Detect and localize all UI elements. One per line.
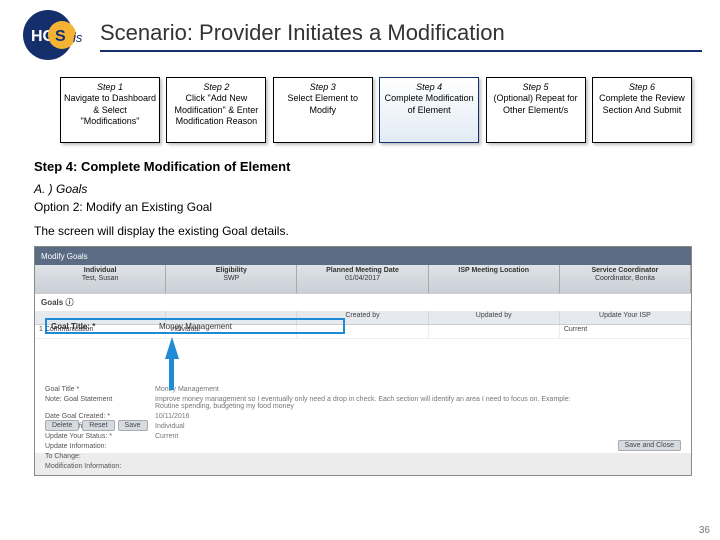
goal-title-value: Money Management bbox=[155, 322, 232, 331]
step-head: Step 1 bbox=[63, 82, 157, 93]
screenshot-info-tabs: IndividualTest, Susan EligibilitySWP Pla… bbox=[35, 265, 691, 293]
info-tab: Service CoordinatorCoordinator, Bonita bbox=[560, 265, 691, 293]
goal-title-label: Goal Title: * bbox=[47, 322, 155, 331]
svg-text:S: S bbox=[55, 28, 66, 45]
step-head: Step 6 bbox=[595, 82, 689, 93]
form-buttons: Delete Reset Save bbox=[45, 420, 148, 431]
step-body: Complete the Review Section And Submit bbox=[595, 93, 689, 116]
step-6: Step 6 Complete the Review Section And S… bbox=[592, 77, 692, 143]
screenshot-titlebar: Modify Goals bbox=[35, 247, 691, 265]
step-5: Step 5 (Optional) Repeat for Other Eleme… bbox=[486, 77, 586, 143]
step-head: Step 2 bbox=[169, 82, 263, 93]
subheading-a: A. ) Goals bbox=[0, 180, 720, 198]
screenshot-panel: Modify Goals IndividualTest, Susan Eligi… bbox=[34, 246, 692, 476]
description: The screen will display the existing Goa… bbox=[0, 216, 720, 240]
subheading-option: Option 2: Modify an Existing Goal bbox=[0, 198, 720, 216]
delete-button[interactable]: Delete bbox=[45, 420, 79, 431]
save-button[interactable]: Save bbox=[118, 420, 148, 431]
reset-button[interactable]: Reset bbox=[82, 420, 114, 431]
step-head: Step 3 bbox=[276, 82, 370, 93]
goal-title-highlight: Goal Title: * Money Management bbox=[45, 318, 345, 334]
step-body: Select Element to Modify bbox=[276, 93, 370, 116]
page-number: 36 bbox=[699, 525, 710, 536]
step-head: Step 5 bbox=[489, 82, 583, 93]
bottom-buttons: Save and Close bbox=[618, 442, 681, 449]
callout-arrow-stem bbox=[169, 352, 174, 390]
page-title: Scenario: Provider Initiates a Modificat… bbox=[100, 20, 702, 52]
step-body: (Optional) Repeat for Other Element/s bbox=[489, 93, 583, 116]
screenshot-body: Goals ⓘ Created by Updated by Update You… bbox=[35, 293, 691, 453]
step-2: Step 2 Click "Add New Modification" & En… bbox=[166, 77, 266, 143]
step-body: Click "Add New Modification" & Enter Mod… bbox=[169, 93, 263, 127]
info-tab: ISP Meeting Location bbox=[429, 265, 560, 293]
step-1: Step 1 Navigate to Dashboard & Select "M… bbox=[60, 77, 160, 143]
step-3: Step 3 Select Element to Modify bbox=[273, 77, 373, 143]
info-tab: IndividualTest, Susan bbox=[35, 265, 166, 293]
svg-text:is: is bbox=[73, 30, 83, 45]
hcsis-logo: HC S is bbox=[18, 8, 88, 63]
section-heading: Step 4: Complete Modification of Element bbox=[0, 147, 720, 180]
info-tab: EligibilitySWP bbox=[166, 265, 297, 293]
goals-label: Goals ⓘ bbox=[35, 294, 691, 311]
step-body: Complete Modification of Element bbox=[382, 93, 476, 116]
step-body: Navigate to Dashboard & Select "Modifica… bbox=[63, 93, 157, 127]
step-4: Step 4 Complete Modification of Element bbox=[379, 77, 479, 143]
save-close-button[interactable]: Save and Close bbox=[618, 440, 681, 451]
step-head: Step 4 bbox=[382, 82, 476, 93]
step-flow: Step 1 Navigate to Dashboard & Select "M… bbox=[0, 67, 720, 147]
info-tab: Planned Meeting Date01/04/2017 bbox=[297, 265, 428, 293]
